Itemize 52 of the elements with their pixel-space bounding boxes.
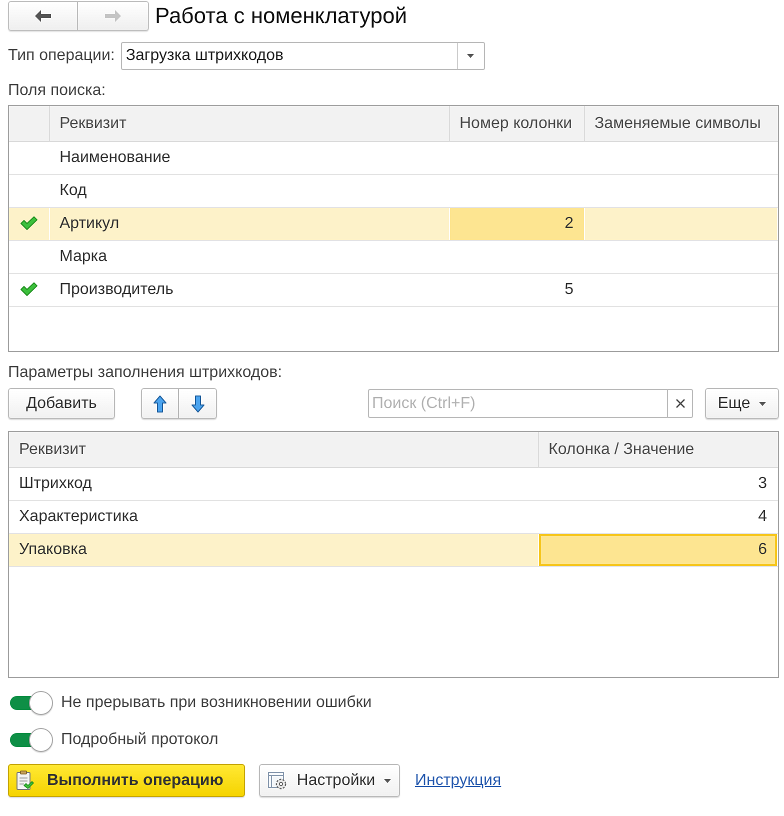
- operation-type-field[interactable]: Загрузка штрихкодов: [120, 42, 485, 70]
- column-header: Колонка / Значение: [538, 432, 778, 468]
- table-cell: Марка: [49, 240, 449, 274]
- section-label: Поля поиска:: [8, 82, 107, 100]
- table-cell: 3: [538, 468, 778, 500]
- table-row[interactable]: Наименование: [9, 142, 778, 174]
- toggle-switch[interactable]: [10, 728, 53, 752]
- caret-icon: [759, 402, 766, 406]
- table-cell: 6: [538, 534, 778, 566]
- toggle-label: Подробный протокол: [61, 731, 218, 749]
- settings-icon: [268, 772, 288, 790]
- search-field[interactable]: Поиск (Ctrl+F): [368, 389, 667, 418]
- column-header: Реквизит: [9, 432, 538, 468]
- arrow-down-icon: [190, 394, 204, 412]
- checkmark-icon[interactable]: [20, 282, 38, 298]
- settings-button[interactable]: Настройки: [259, 764, 400, 797]
- table-row[interactable]: Марка: [9, 240, 778, 274]
- move-up-button[interactable]: [141, 388, 179, 419]
- field-label: Тип операции:: [8, 47, 115, 65]
- toggle-switch[interactable]: [10, 691, 53, 715]
- table-cell: Упаковка: [9, 534, 538, 566]
- column-header: Номер колонки: [449, 106, 584, 142]
- arrow-left-icon: [35, 10, 51, 22]
- table-row[interactable]: Артикул 2: [9, 208, 778, 240]
- checkmark-icon[interactable]: [20, 216, 38, 232]
- table-cell: Штрихкод: [9, 468, 538, 500]
- add-button[interactable]: Добавить: [8, 388, 115, 419]
- more-button[interactable]: Еще: [705, 388, 779, 419]
- table-cell: 2: [449, 208, 584, 240]
- caret-icon: [384, 778, 392, 782]
- close-icon: [676, 399, 684, 408]
- table-cell: Наименование: [49, 142, 449, 174]
- help-link[interactable]: Инструкция: [415, 772, 502, 790]
- arrow-up-icon: [153, 394, 167, 412]
- section-label: Параметры заполнения штрихкодов:: [8, 364, 284, 382]
- table-row[interactable]: Производитель 5: [9, 274, 778, 306]
- clear-button[interactable]: [667, 389, 693, 418]
- caret-icon: [467, 54, 474, 58]
- table-cell: 5: [449, 274, 584, 306]
- table-cell: Производитель: [49, 274, 449, 306]
- column-header: Заменяемые символы: [584, 106, 778, 142]
- table-row[interactable]: Упаковка 6: [9, 534, 778, 566]
- arrow-right-icon: [105, 10, 121, 22]
- page-title: Работа с номенклатурой: [155, 2, 408, 30]
- clipboard-check-icon: [16, 770, 34, 791]
- table-row[interactable]: Штрихкод 3: [9, 468, 778, 500]
- table-cell: Артикул: [49, 208, 449, 240]
- toggle-label: Не прерывать при возникновении ошибки: [61, 694, 372, 712]
- move-down-button[interactable]: [179, 388, 217, 419]
- run-button[interactable]: Выполнить операцию: [8, 764, 245, 797]
- back-button[interactable]: [8, 1, 78, 31]
- column-header: Реквизит: [49, 106, 449, 142]
